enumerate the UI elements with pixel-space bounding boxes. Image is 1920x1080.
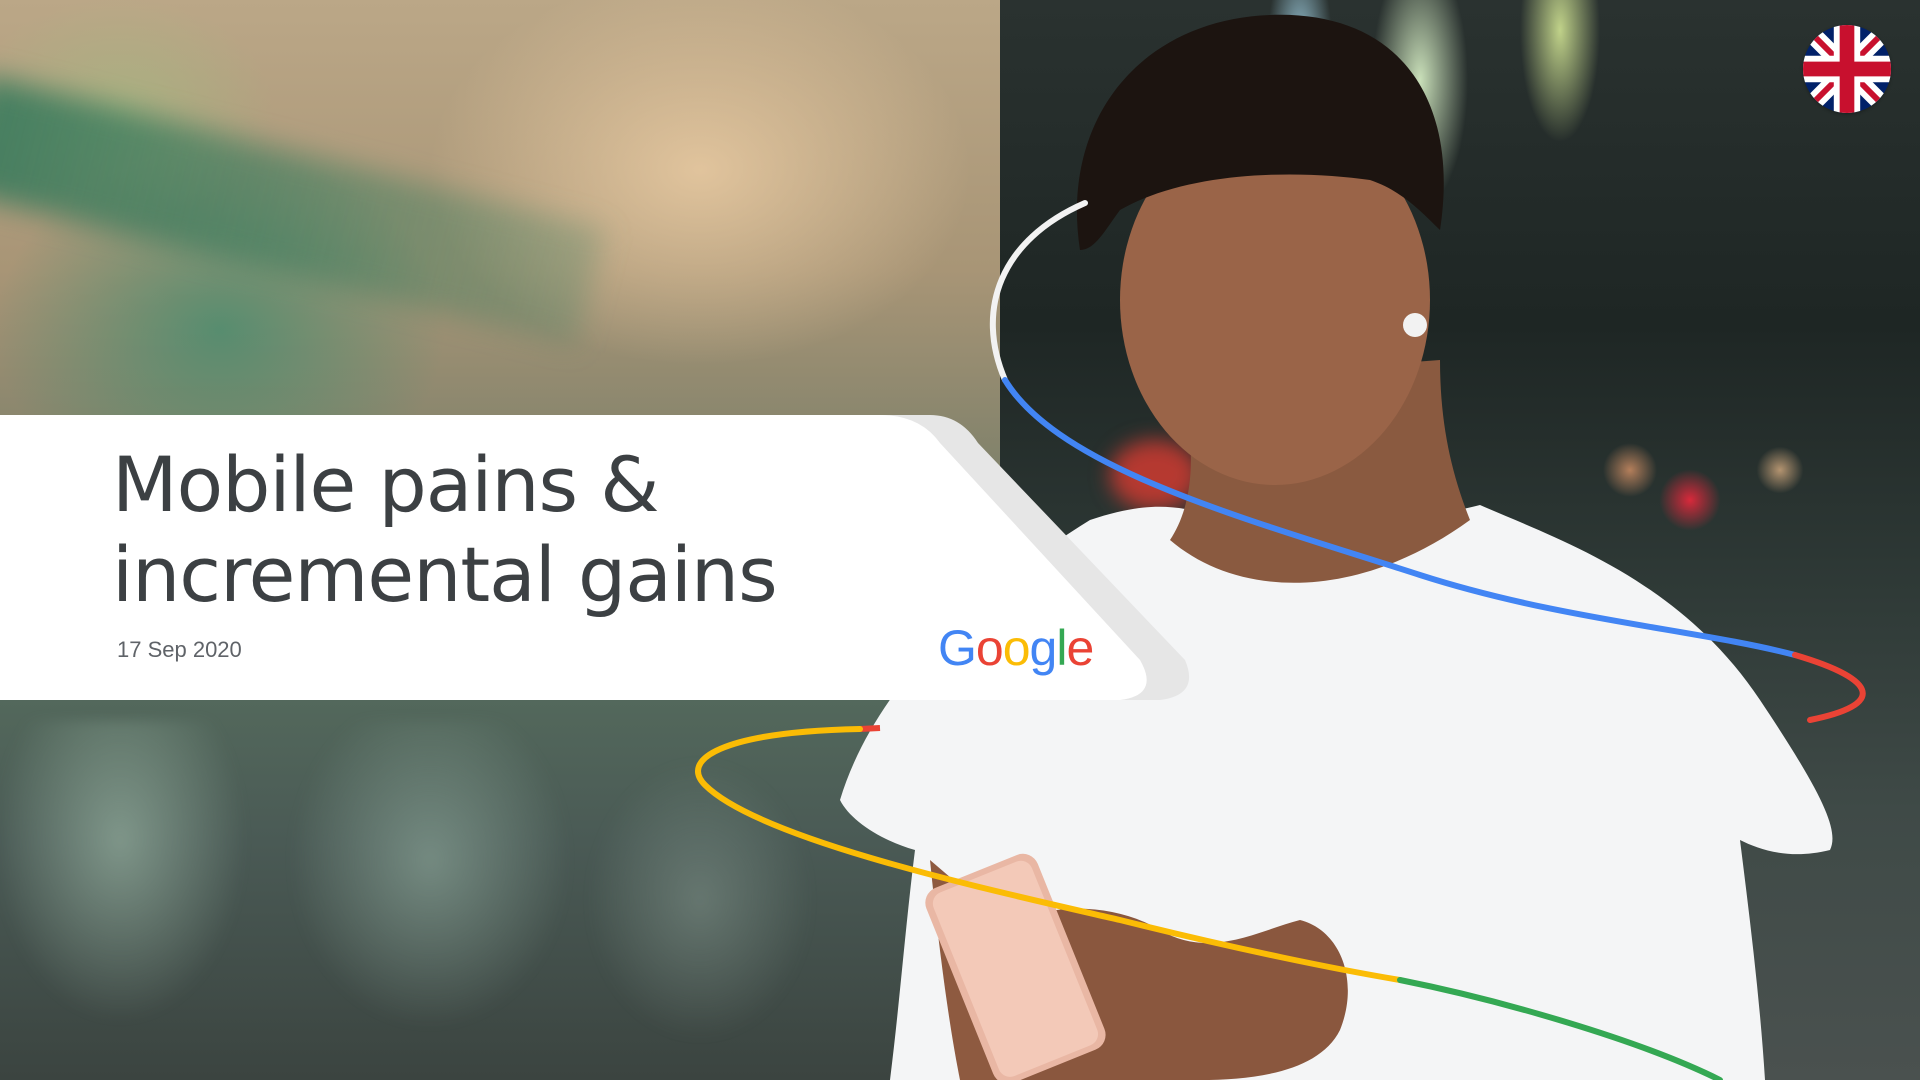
logo-letter: g	[1029, 620, 1058, 676]
title-line-2: incremental gains	[112, 530, 778, 619]
logo-letter: e	[1066, 620, 1094, 676]
person-earring	[1403, 313, 1427, 337]
google-logo: Google	[938, 618, 1094, 678]
logo-letter: o	[1002, 620, 1031, 676]
uk-flag-icon[interactable]	[1803, 25, 1891, 113]
logo-letter: G	[938, 620, 977, 676]
presentation-date: 17 Sep 2020	[117, 637, 242, 662]
logo-letter: l	[1056, 620, 1067, 676]
title-slide: Mobile pains & incremental gains 17 Sep …	[0, 0, 1920, 1080]
title-line-1: Mobile pains &	[112, 440, 660, 529]
uk-flag-graphic	[1803, 25, 1891, 113]
page-title: Mobile pains & incremental gains	[112, 440, 1012, 620]
logo-letter: o	[975, 620, 1004, 676]
